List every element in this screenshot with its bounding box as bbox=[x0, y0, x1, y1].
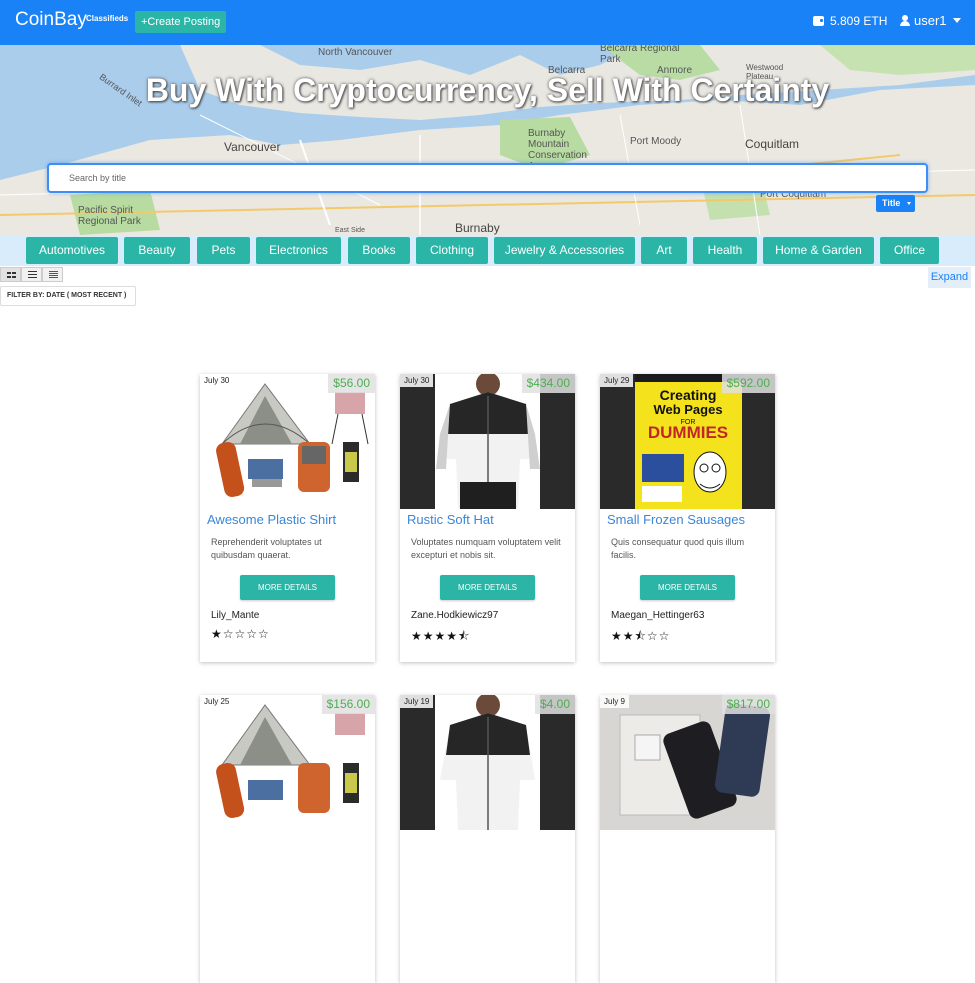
listing-date: July 30 bbox=[200, 374, 234, 387]
listing-card[interactable]: Creating Web Pages FOR DUMMIES July 29 $… bbox=[600, 374, 775, 662]
category-automotives[interactable]: Automotives bbox=[26, 237, 118, 264]
listing-title[interactable]: Awesome Plastic Shirt bbox=[207, 512, 336, 527]
filter-dropdown[interactable]: FILTER BY: DATE ( MOST RECENT ) bbox=[0, 286, 136, 306]
category-beauty[interactable]: Beauty bbox=[124, 237, 190, 264]
username: user1 bbox=[914, 13, 947, 28]
listing-description: Quis consequatur quod quis illum facilis… bbox=[611, 537, 745, 560]
listing-image[interactable]: Creating Web Pages FOR DUMMIES bbox=[600, 374, 775, 509]
listing-date: July 30 bbox=[400, 374, 434, 387]
category-electronics[interactable]: Electronics bbox=[256, 237, 341, 264]
grid-view-button[interactable] bbox=[0, 267, 21, 282]
windbreaker-image bbox=[400, 374, 575, 509]
listing-title[interactable]: Rustic Soft Hat bbox=[407, 512, 494, 527]
compact-view-button[interactable] bbox=[42, 267, 63, 282]
list-icon bbox=[28, 271, 37, 278]
listing-date: July 19 bbox=[400, 695, 434, 708]
book-title-line: Creating bbox=[660, 387, 717, 403]
listing-price: $56.00 bbox=[328, 374, 375, 393]
map-label: Port Moody bbox=[630, 136, 682, 147]
seller-name[interactable]: Zane.Hodkiewicz97 bbox=[411, 610, 498, 621]
category-office[interactable]: Office bbox=[880, 237, 939, 264]
listing-card[interactable]: July 30 $434.00 Rustic Soft Hat Voluptat… bbox=[400, 374, 575, 662]
book-cover-image: Creating Web Pages FOR DUMMIES bbox=[600, 374, 775, 509]
grid-icon bbox=[7, 272, 16, 278]
listing-date: July 29 bbox=[600, 374, 634, 387]
more-details-button[interactable]: MORE DETAILS bbox=[640, 575, 735, 600]
listing-card[interactable]: July 9 $817.00 bbox=[600, 695, 775, 983]
book-title-line: DUMMIES bbox=[648, 423, 728, 442]
brand-subtitle: Classifieds bbox=[86, 14, 129, 23]
wallet-balance[interactable]: 5.809 ETH bbox=[813, 14, 887, 28]
user-icon bbox=[900, 15, 910, 26]
search-input[interactable] bbox=[49, 165, 926, 191]
category-pets[interactable]: Pets bbox=[197, 237, 250, 264]
hero-title: Buy With Cryptocurrency, Sell With Certa… bbox=[145, 72, 830, 108]
list-view-button[interactable] bbox=[21, 267, 42, 282]
more-details-button[interactable]: MORE DETAILS bbox=[240, 575, 335, 600]
category-home-garden[interactable]: Home & Garden bbox=[763, 237, 874, 264]
search-bar[interactable] bbox=[47, 163, 928, 193]
camping-gear-image bbox=[200, 695, 375, 830]
windbreaker-image bbox=[400, 695, 575, 830]
rating-stars: ★☆☆☆☆ bbox=[211, 627, 270, 641]
listing-image[interactable] bbox=[400, 374, 575, 509]
listing-price: $592.00 bbox=[721, 374, 775, 393]
brand-logo[interactable]: CoinBay bbox=[15, 9, 87, 31]
listing-price: $156.00 bbox=[321, 695, 375, 714]
map-label: Pacific Spirit Regional Park bbox=[78, 205, 141, 227]
category-books[interactable]: Books bbox=[348, 237, 410, 264]
chevron-down-icon bbox=[907, 202, 911, 205]
listing-title[interactable]: Small Frozen Sausages bbox=[607, 512, 745, 527]
more-details-button[interactable]: MORE DETAILS bbox=[440, 575, 535, 600]
balance-value: 5.809 ETH bbox=[830, 14, 888, 28]
chevron-down-icon bbox=[952, 18, 961, 23]
search-mode-label: Title bbox=[882, 198, 901, 208]
compact-list-icon bbox=[49, 271, 58, 278]
listing-image[interactable] bbox=[200, 695, 375, 830]
listing-date: July 9 bbox=[600, 695, 629, 708]
listing-description: Reprehenderit voluptates ut quibusdam qu… bbox=[211, 537, 322, 560]
map-label: North Vancouver bbox=[318, 47, 393, 58]
listing-date: July 25 bbox=[200, 695, 234, 708]
map-label: Vancouver bbox=[224, 140, 281, 154]
category-health[interactable]: Health bbox=[693, 237, 757, 264]
search-mode-select[interactable]: Title bbox=[876, 195, 915, 212]
map-label: Belcarra Regional Park bbox=[600, 45, 680, 65]
listing-card[interactable]: July 25 $156.00 bbox=[200, 695, 375, 983]
listing-card[interactable]: July 19 $4.00 bbox=[400, 695, 575, 983]
category-art[interactable]: Art bbox=[641, 237, 687, 264]
listing-card[interactable]: July 30 $56.00 Awesome Plastic Shirt Rep… bbox=[200, 374, 375, 662]
category-clothing[interactable]: Clothing bbox=[416, 237, 488, 264]
map-label: Coquitlam bbox=[745, 137, 800, 151]
map-label: East Side bbox=[335, 227, 365, 234]
user-menu[interactable]: user1 bbox=[900, 13, 961, 28]
wallet-icon bbox=[813, 16, 824, 26]
listing-price: $817.00 bbox=[721, 695, 775, 714]
seller-name[interactable]: Lily_Mante bbox=[211, 610, 259, 621]
phone-image bbox=[600, 695, 775, 830]
listing-price: $434.00 bbox=[521, 374, 575, 393]
camping-gear-image bbox=[200, 374, 375, 509]
listing-image[interactable] bbox=[600, 695, 775, 830]
rating-stars: ★★★★⯪ bbox=[411, 629, 471, 643]
category-bar: Automotives Beauty Pets Electronics Book… bbox=[0, 235, 975, 266]
top-navbar: CoinBay Classifieds +Create Posting 5.80… bbox=[0, 0, 975, 45]
listing-description: Voluptates numquam voluptatem velit exce… bbox=[411, 537, 561, 560]
map-label: Burnaby bbox=[455, 221, 500, 235]
book-title-line: Web Pages bbox=[653, 402, 722, 417]
listing-price: $4.00 bbox=[534, 695, 575, 714]
view-toggle-group bbox=[0, 267, 63, 282]
rating-stars: ★★⯪☆☆ bbox=[611, 629, 671, 643]
seller-name[interactable]: Maegan_Hettinger63 bbox=[611, 610, 704, 621]
expand-button[interactable]: Expand bbox=[928, 267, 971, 288]
listing-image[interactable] bbox=[200, 374, 375, 509]
hero-map-banner: North Vancouver Vancouver Burnaby Burnab… bbox=[0, 45, 975, 235]
create-posting-button[interactable]: +Create Posting bbox=[135, 11, 227, 33]
category-jewelry[interactable]: Jewelry & Accessories bbox=[494, 237, 635, 264]
listing-image[interactable] bbox=[400, 695, 575, 830]
